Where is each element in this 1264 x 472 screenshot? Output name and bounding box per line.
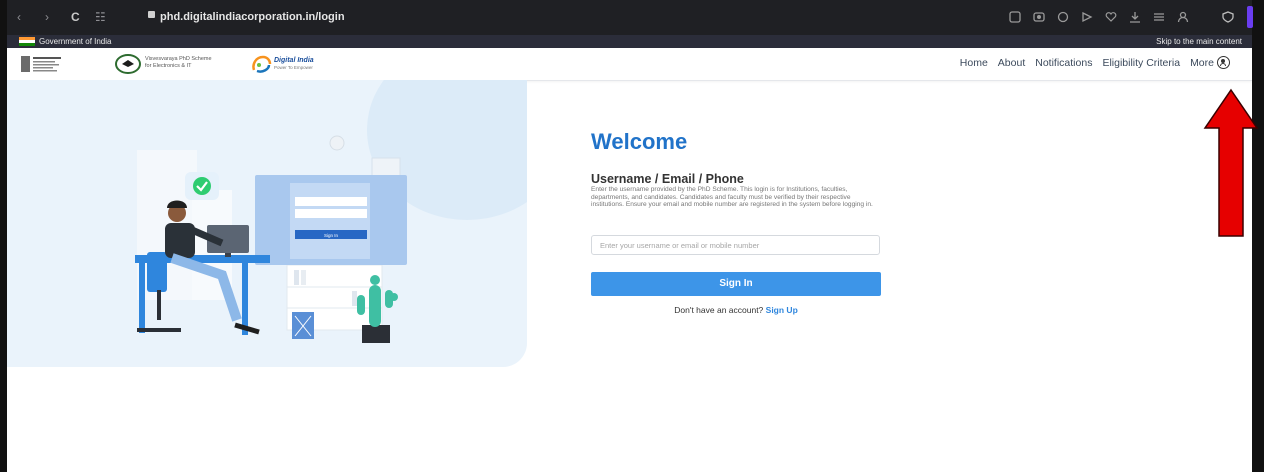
welcome-heading: Welcome [591,129,688,154]
phd-scheme-logo[interactable]: Visvesvaraya PhD Scheme for Electronics … [115,53,245,75]
india-flag-icon [19,37,35,46]
phd-scheme-title: Visvesvaraya PhD Scheme [145,56,212,62]
signup-prompt: Don't have an account? Sign Up [591,305,881,316]
nav-notifications[interactable]: Notifications [1035,56,1092,70]
digital-india-swirl-icon [252,55,272,73]
download-icon[interactable] [1129,11,1141,23]
government-label: Government of India [39,37,112,46]
main-nav: Home About Notifications Eligibility Cri… [960,56,1214,70]
nav-more[interactable]: More [1190,56,1214,70]
back-icon[interactable]: ‹ [17,9,21,25]
extension-icon[interactable] [1057,11,1069,23]
heart-icon[interactable] [1105,11,1117,23]
username-label: Username / Email / Phone [591,172,744,186]
site-header: Visvesvaraya PhD Scheme for Electronics … [7,48,1252,81]
phd-scheme-subtitle: for Electronics & IT [145,63,192,69]
government-emblem-logo[interactable] [20,54,64,74]
office-login-illustration: Sign In [135,135,407,343]
nav-home[interactable]: Home [960,56,988,70]
digital-india-logo[interactable]: Digital India Power To Empower [250,53,330,75]
address-bar[interactable]: phd.digitalindiacorporation.in/login [160,9,345,25]
login-help-text: Enter the username provided by the PhD S… [591,186,873,209]
forward-icon[interactable]: › [45,9,49,25]
user-account-icon[interactable] [1217,56,1230,69]
browser-toolbar: ‹ › C ☷ phd.digitalindiacorporation.in/l… [7,0,1253,35]
lock-icon [148,11,155,18]
gov-strip: Government of India Skip to the main con… [7,35,1252,48]
signup-prompt-text: Don't have an account? [674,305,764,315]
vpn-shield-icon[interactable] [1221,11,1235,23]
screenshot-icon[interactable] [1009,11,1021,23]
reload-icon[interactable]: C [71,9,80,25]
username-input[interactable]: Enter your username or email or mobile n… [591,235,880,255]
profile-indicator [1247,6,1253,28]
tab-list-icon[interactable] [1153,11,1165,23]
window-frame-left [0,0,7,472]
digital-india-title: Digital India [274,57,314,64]
nav-about[interactable]: About [998,56,1025,70]
annotation-arrow-icon [1203,88,1259,237]
profile-icon[interactable] [1177,11,1189,23]
illustration-signin-label: Sign In [324,233,339,238]
phd-scheme-emblem-icon [115,54,141,74]
sign-up-link[interactable]: Sign Up [766,305,798,315]
digital-india-subtitle: Power To Empower [274,65,313,70]
nav-eligibility-criteria[interactable]: Eligibility Criteria [1102,56,1180,70]
cast-icon[interactable] [1081,11,1093,23]
site-settings-icon[interactable]: ☷ [95,9,106,25]
sign-in-button[interactable]: Sign In [591,272,881,296]
skip-to-content-link[interactable]: Skip to the main content [1156,36,1242,47]
login-illustration-panel: Sign In [7,80,527,367]
camera-icon[interactable] [1033,11,1045,23]
